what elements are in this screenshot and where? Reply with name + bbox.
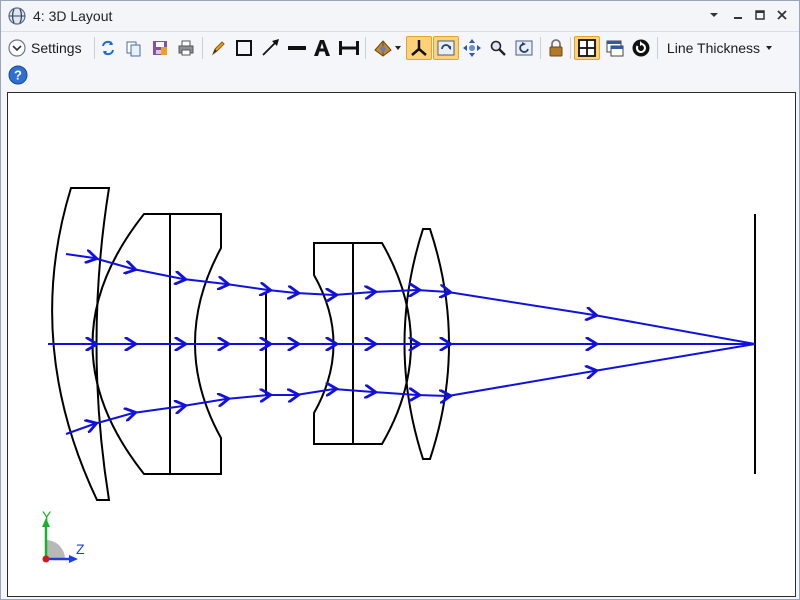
rotate-view-icon: [374, 40, 392, 57]
toolbar-separator: [570, 37, 571, 59]
copy-icon: [126, 41, 141, 57]
toolbar: Settings Line Thickness ?: [1, 32, 799, 88]
text-button[interactable]: [311, 36, 333, 60]
toolbar-separator: [540, 37, 541, 59]
close-button[interactable]: [771, 5, 793, 25]
toolbar-separator: [94, 37, 95, 59]
copy-button[interactable]: [123, 36, 145, 60]
refresh-icon: [102, 40, 114, 56]
tile-icon: [578, 39, 596, 57]
optical-layout: Y Z: [42, 187, 756, 563]
save-icon: [153, 41, 167, 55]
axes-view-button[interactable]: [406, 36, 432, 60]
window-title: 4: 3D Layout: [33, 8, 113, 24]
rectangle-button[interactable]: [233, 36, 255, 60]
axis-origin: [42, 555, 50, 563]
rotate-mode-button[interactable]: [433, 36, 459, 60]
reset-view-button[interactable]: [512, 36, 536, 60]
pencil-icon: [211, 41, 225, 56]
layout-window: 4: 3D Layout Settings Line Thickness ? Y…: [0, 0, 800, 600]
lock-icon: [549, 39, 563, 57]
toolbar-separator: [657, 37, 658, 59]
expand-icon: [8, 39, 26, 57]
pan-icon: [463, 39, 481, 57]
title-bar: 4: 3D Layout: [1, 1, 799, 32]
minimize-button[interactable]: [727, 5, 749, 25]
svg-text:?: ?: [14, 68, 22, 83]
pan-button[interactable]: [461, 36, 483, 60]
close-icon: [777, 10, 787, 20]
z-axis-label: Z: [76, 541, 85, 557]
arrow-line-icon: [262, 39, 279, 56]
axis-triad-shade: [46, 540, 65, 559]
axis-triad: Y Z: [42, 508, 85, 563]
settings-label: Settings: [31, 40, 82, 56]
save-button[interactable]: [149, 36, 171, 60]
print-icon: [178, 40, 194, 56]
tile-button[interactable]: [574, 36, 600, 60]
refresh-button[interactable]: [97, 36, 119, 60]
dimension-button[interactable]: [337, 36, 361, 60]
minimize-icon: [734, 17, 742, 19]
help-button[interactable]: ?: [7, 63, 29, 87]
y-axis-label: Y: [42, 508, 52, 524]
chevron-down-icon: [710, 13, 718, 17]
window-button[interactable]: [603, 36, 627, 60]
chevron-down-icon: [766, 46, 773, 50]
line-thickness-dropdown[interactable]: Line Thickness: [663, 36, 777, 60]
window-icon: [606, 40, 624, 57]
zoom-icon: [490, 40, 506, 56]
reset-button[interactable]: [629, 36, 653, 60]
ray-bundle: [48, 254, 756, 435]
line-icon: [288, 46, 306, 50]
rotate-mode-icon: [437, 40, 455, 56]
settings-button[interactable]: Settings: [7, 36, 89, 60]
line-thickness-label: Line Thickness: [666, 40, 761, 56]
axes-icon: [411, 40, 427, 56]
reset-icon: [632, 39, 650, 57]
maximize-icon: [755, 10, 765, 20]
lock-button[interactable]: [545, 36, 567, 60]
zoom-button[interactable]: [487, 36, 509, 60]
app-lens-icon: [8, 7, 26, 25]
toolbar-separator: [202, 37, 203, 59]
line-button[interactable]: [285, 36, 309, 60]
window-menu-button[interactable]: [703, 5, 725, 25]
reset-view-icon: [515, 40, 533, 56]
text-icon: [314, 40, 330, 56]
arrow-line-button[interactable]: [259, 36, 283, 60]
rectangle-icon: [236, 40, 252, 56]
layout-canvas[interactable]: Y Z: [7, 92, 796, 597]
maximize-button[interactable]: [749, 5, 771, 25]
help-icon: ?: [8, 65, 28, 85]
chevron-down-icon: [395, 46, 401, 50]
pencil-button[interactable]: [207, 36, 229, 60]
print-button[interactable]: [175, 36, 197, 60]
dimension-icon: [339, 41, 359, 55]
rotate-view-dropdown[interactable]: [370, 36, 404, 60]
toolbar-separator: [365, 37, 366, 59]
